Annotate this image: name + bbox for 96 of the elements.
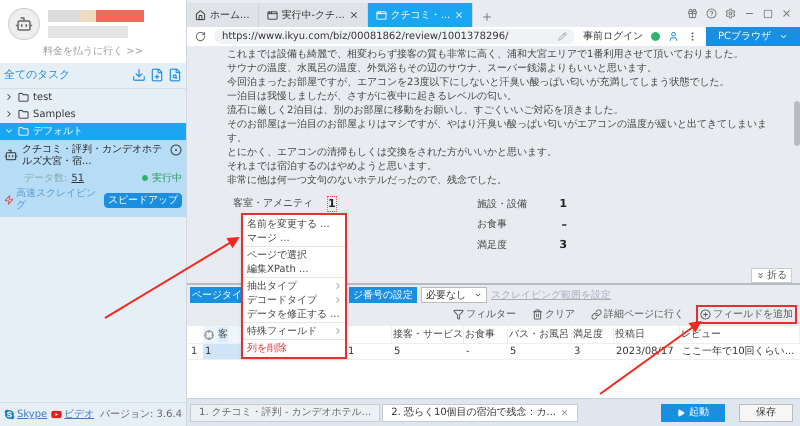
login-button[interactable]: 事前ログイン [582, 29, 643, 44]
status-text: 実行中 [152, 172, 182, 186]
dropdown-caret-icon [474, 291, 482, 299]
column-header[interactable]: 投稿日 [615, 327, 645, 342]
browser-tab[interactable]: ホーム... [187, 3, 259, 27]
footer-link[interactable]: ビデオ [64, 407, 94, 422]
home-icon [195, 10, 206, 20]
page-select[interactable]: 必要なし [421, 287, 487, 303]
task-card[interactable]: クチコミ・評判・カンデオホテルズ大宮・宿... データ数: 51 実行中 高速スクレイピング スピードアップ [0, 140, 186, 216]
folder-item[interactable]: test [0, 88, 186, 106]
window-icon [376, 10, 387, 20]
toolbar-button[interactable]: フィルター [449, 305, 520, 324]
menu-item[interactable]: ページで選択 [243, 248, 345, 262]
menu-item[interactable]: マージ ... [243, 231, 345, 245]
menu-item[interactable]: 特殊フィールド [243, 324, 345, 338]
menu-item[interactable]: 列を削除 [243, 341, 345, 355]
section-title: 全てのタスク [4, 67, 70, 83]
data-count-label: データ数: [24, 172, 68, 186]
task-tab[interactable]: 1. クチコミ・評判 - カンデオホテル... [190, 404, 380, 422]
data-count[interactable]: 51 [71, 170, 84, 186]
close-icon[interactable] [348, 10, 359, 20]
new-tab-icon[interactable] [481, 11, 494, 23]
avatar-icon [8, 8, 40, 40]
window-icon [266, 10, 278, 20]
menu-item[interactable]: 編集XPath ... [243, 262, 345, 276]
save-button[interactable]: 保存 [739, 404, 793, 422]
review-line: そのお部屋は一泊目のお部屋よりはマシですが、やはり汗臭い酸っぱい匂いがエアコンの温度が緩いと出てきてしまいます。 [227, 118, 768, 146]
maximize-icon[interactable] [763, 8, 773, 18]
dropdown-caret-icon [779, 32, 788, 41]
new-task-icon[interactable] [150, 68, 164, 82]
add-icon [700, 309, 711, 320]
review-line: サウナの温度、水風呂の温度、外気浴もその辺のサウナ、スーパー銭湯よりもいいと思います。 [227, 62, 658, 76]
rating-value: 1 [327, 196, 337, 212]
review-line: これまでは設備も綺麗で、相変わらず接客の質も非常に高く、浦和大宮エリアで1番利用させて頂いておりました。 [227, 48, 744, 62]
folder-item[interactable]: Samples [0, 106, 186, 122]
column-header[interactable]: 客 [218, 327, 228, 342]
search-icon[interactable] [168, 68, 182, 82]
import-icon[interactable] [132, 68, 146, 82]
user-icon[interactable] [668, 31, 679, 42]
column-header[interactable]: 満足度 [573, 327, 603, 342]
rating-value: – [562, 216, 567, 232]
pencil-icon[interactable] [558, 32, 567, 41]
link-icon [591, 309, 602, 320]
rating-value: 3 [559, 237, 567, 253]
table-cell-text: 5 [509, 345, 518, 359]
review-line: 今回泊まったお部屋ですが、エアコンを23度以下にしないと汗臭い酸っぱい匂いが充満してしまう状態でした。 [227, 76, 731, 90]
trash-icon [532, 309, 543, 320]
review-line: それまでは宿泊するのはやめようと思います。 [227, 160, 438, 174]
table-cell-text: 5 [393, 345, 402, 359]
task-tab[interactable]: 2. 恐らく10個目の宿泊で残念 : カ... [382, 404, 578, 422]
table-cell-text: 1 [347, 345, 356, 359]
review-line: とにかく、エアコンの清掃もしくは交換をされた方がいいかと思います。 [227, 146, 558, 160]
rating-value: 1 [559, 196, 567, 212]
gift-icon[interactable] [687, 8, 698, 19]
menu-item[interactable]: 抽出タイプ [243, 279, 345, 293]
rating-label: 施設・設備 [477, 198, 527, 212]
version-text: バージョン: 3.6.4 [100, 408, 182, 422]
folder-icon [18, 126, 29, 136]
menu-item[interactable]: デコードタイプ [243, 293, 345, 307]
folder-icon [18, 108, 29, 120]
settings-icon[interactable] [725, 8, 736, 19]
mode-label: 高速スクレイピング [16, 188, 97, 212]
filter-icon [453, 309, 464, 320]
double-chevron-icon [756, 271, 765, 280]
toolbar-button[interactable]: フィールドを追加 [696, 305, 797, 324]
toolbar-button[interactable]: 詳細ページに行く [587, 305, 688, 324]
help-icon[interactable] [706, 8, 717, 19]
browser-tab[interactable]: 実行中-クチ... [258, 3, 368, 27]
column-header[interactable]: 接客・サービス [393, 327, 463, 342]
toolbar-button[interactable]: クリア [528, 305, 579, 324]
column-header[interactable]: バス・お風呂 [509, 327, 569, 342]
table-cell-text: - [465, 345, 471, 359]
robot-icon [4, 148, 18, 162]
menu-item[interactable]: データを修正する ... [243, 307, 345, 321]
row-number: 1 [190, 345, 198, 359]
rating-label: 客室・アメニティ [233, 197, 313, 211]
rating-label: 満足度 [477, 238, 507, 253]
skype-icon [4, 409, 15, 420]
play-icon [677, 408, 685, 416]
menu-item[interactable]: 名前を変更する ... [243, 217, 345, 231]
footer-link[interactable]: Skype [17, 407, 48, 422]
review-line: 非常に他は何一つ文句のないホテルだったので、残念でした。 [227, 174, 508, 188]
lightning-icon [4, 195, 14, 205]
task-title: クチコミ・評判・カンデオホテルズ大宮・宿... [22, 144, 163, 168]
target-icon [204, 330, 214, 340]
column-header[interactable]: お食事 [465, 327, 495, 342]
rating-label: お食事 [477, 218, 507, 232]
review-line: 一泊目は我慢しましたが、さすがに夜中に起きるレベルの匂い。 [227, 90, 518, 104]
video-icon [51, 409, 62, 420]
stop-icon[interactable] [170, 144, 182, 156]
table-cell-text: 3 [573, 345, 582, 359]
folder-icon [18, 92, 29, 102]
review-line: 流石に厳しく2泊目は、別のお部屋に移動をお願いし、すごくいいご対応を頂きました。 [227, 104, 624, 118]
collapse-button[interactable]: 折る [751, 268, 792, 283]
table-cell-text: ここ一年で10回くらい... [681, 345, 796, 359]
reload-icon[interactable] [195, 31, 206, 42]
